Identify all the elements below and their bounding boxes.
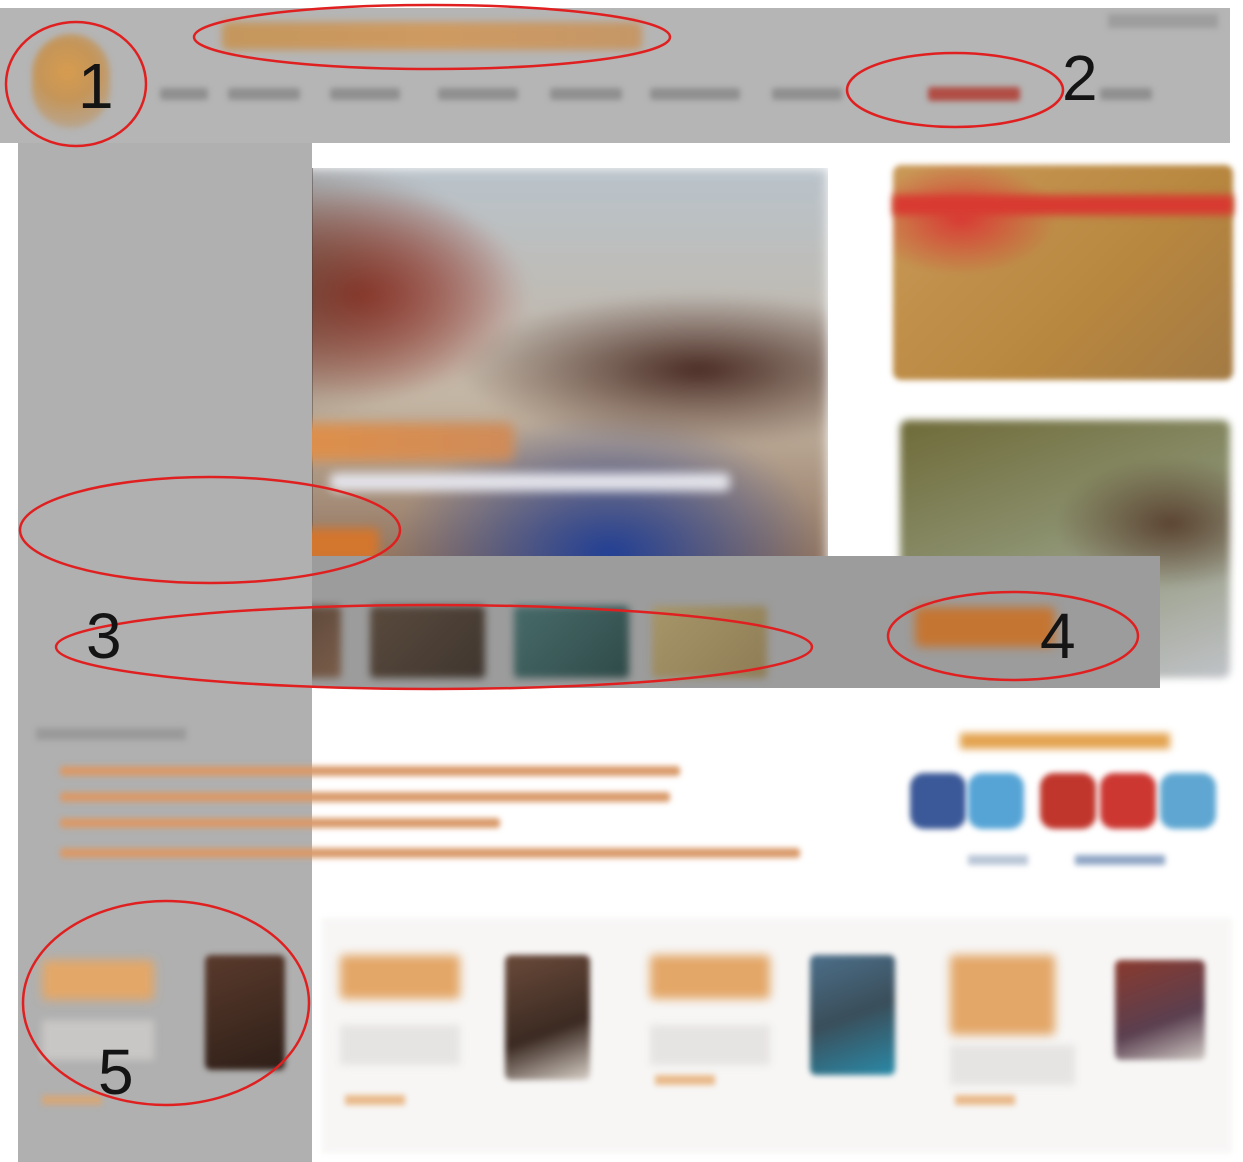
annotation-ellipse-1 xyxy=(4,20,148,148)
annotation-ellipse-4 xyxy=(886,590,1140,682)
annotation-label-5: 5 xyxy=(98,1036,134,1108)
annotation-ellipse-2 xyxy=(845,51,1065,129)
annotation-label-4: 4 xyxy=(1040,600,1076,672)
annotation-label-1: 1 xyxy=(78,50,114,122)
annotation-ellipse-title xyxy=(192,3,672,71)
annotation-ellipse-3 xyxy=(54,603,814,691)
annotation-label-2: 2 xyxy=(1062,42,1098,114)
annotation-overlay xyxy=(4,3,1140,1107)
annotation-ellipse-hero-buttons xyxy=(18,475,402,585)
annotation-label-3: 3 xyxy=(86,600,122,672)
annotation-ellipse-5 xyxy=(21,899,311,1107)
